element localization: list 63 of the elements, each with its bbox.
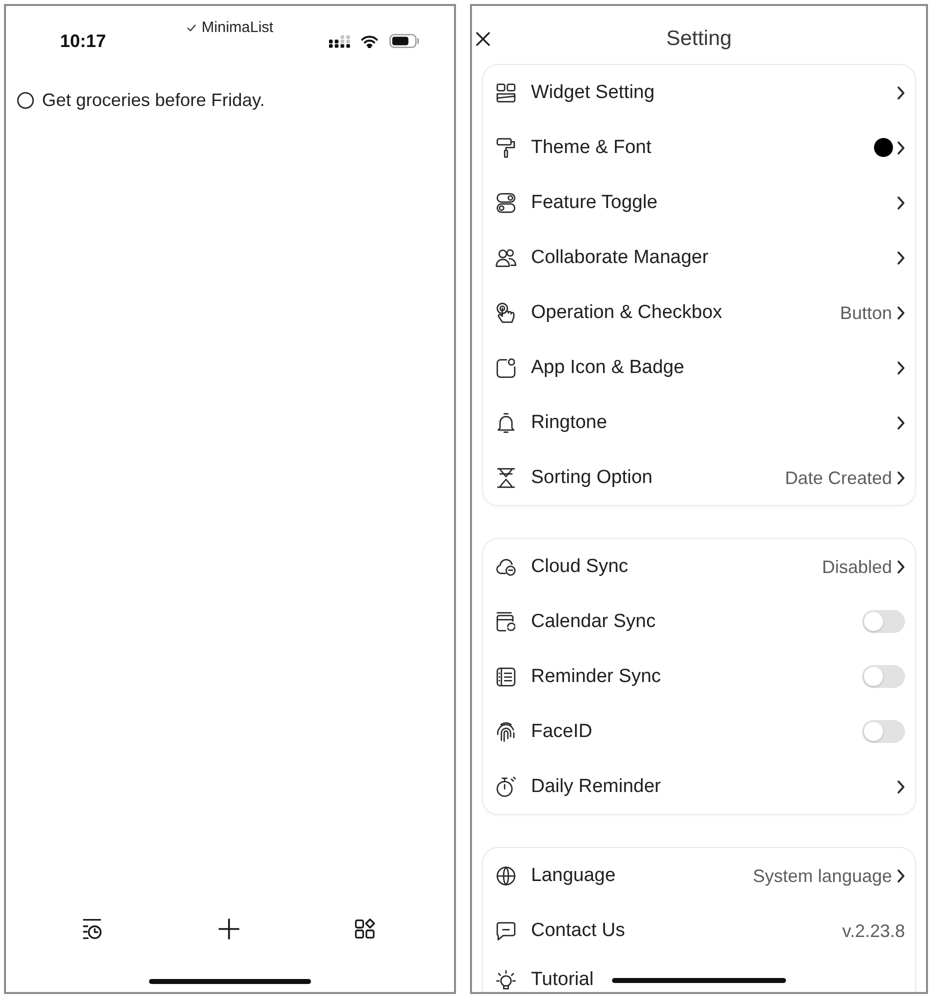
shapes-grid-icon[interactable] — [354, 918, 376, 940]
chevron-icon — [897, 868, 905, 882]
toggle-switch[interactable] — [862, 720, 905, 743]
chevron-icon — [897, 360, 905, 374]
toggle-switch[interactable] — [862, 665, 905, 688]
setting-label[interactable]: Tutorial — [531, 969, 594, 991]
setting-label: Reminder Sync — [531, 666, 661, 688]
setting-label[interactable]: Widget Setting — [531, 82, 655, 104]
toggle-switch[interactable] — [862, 610, 905, 633]
bell-icon — [495, 412, 517, 434]
screen-title: Setting — [666, 26, 732, 52]
calendar-icon — [495, 610, 517, 632]
chevron-icon — [897, 416, 905, 430]
chevron-icon — [897, 560, 905, 574]
toggle-switch-icon — [495, 192, 517, 214]
setting-value: Button — [840, 302, 892, 324]
setting-value: System language — [752, 864, 892, 886]
list-clock-icon[interactable] — [81, 918, 103, 940]
close-icon[interactable] — [476, 32, 490, 46]
setting-label[interactable]: Theme & Font — [531, 136, 652, 158]
app-name: MinimaList — [202, 19, 274, 37]
chevron-icon — [897, 140, 905, 154]
chevron-icon — [897, 250, 905, 264]
status-time: 10:17 — [60, 30, 106, 52]
setting-label[interactable]: Sorting Option — [531, 466, 652, 488]
setting-label[interactable]: Ringtone — [531, 412, 608, 434]
setting-label[interactable]: Operation & Checkbox — [531, 302, 722, 324]
setting-value: Disabled — [822, 556, 892, 578]
list-icon — [495, 666, 517, 688]
setting-value: v.2.23.8 — [842, 920, 905, 942]
setting-label[interactable]: Daily Reminder — [531, 776, 661, 798]
battery-icon — [389, 34, 420, 48]
chevron-icon — [897, 780, 905, 794]
hourglass-icon — [495, 466, 517, 488]
setting-label[interactable]: Language — [531, 864, 616, 886]
layout-icon — [495, 82, 517, 104]
plus-icon[interactable] — [218, 918, 240, 940]
signal-icon — [329, 34, 350, 48]
chat-bubble-icon — [495, 920, 517, 942]
lightbulb-icon — [495, 969, 517, 991]
setting-label[interactable]: Cloud Sync — [531, 556, 628, 578]
chevron-icon — [897, 306, 905, 320]
check-icon — [186, 24, 196, 32]
badge-icon — [495, 356, 517, 378]
setting-label[interactable]: Contact Us — [531, 920, 625, 942]
setting-label[interactable]: App Icon & Badge — [531, 356, 684, 378]
setting-value: Date Created — [784, 466, 892, 488]
setting-label: Calendar Sync — [531, 610, 656, 632]
setting-label[interactable]: Collaborate Manager — [531, 246, 708, 268]
chevron-icon — [897, 196, 905, 210]
people-icon — [495, 246, 517, 268]
wifi-icon — [361, 34, 378, 48]
tap-hand-icon — [495, 302, 517, 324]
stopwatch-icon — [495, 776, 517, 798]
globe-icon — [495, 864, 517, 886]
fingerprint-icon — [495, 720, 517, 742]
chevron-icon — [897, 86, 905, 100]
task-checkbox[interactable] — [17, 92, 34, 108]
paint-roller-icon — [495, 136, 517, 158]
chevron-icon — [897, 470, 905, 484]
task-title: Get groceries before Friday. — [42, 89, 265, 111]
setting-label: FaceID — [531, 720, 592, 742]
setting-label[interactable]: Feature Toggle — [531, 192, 658, 214]
